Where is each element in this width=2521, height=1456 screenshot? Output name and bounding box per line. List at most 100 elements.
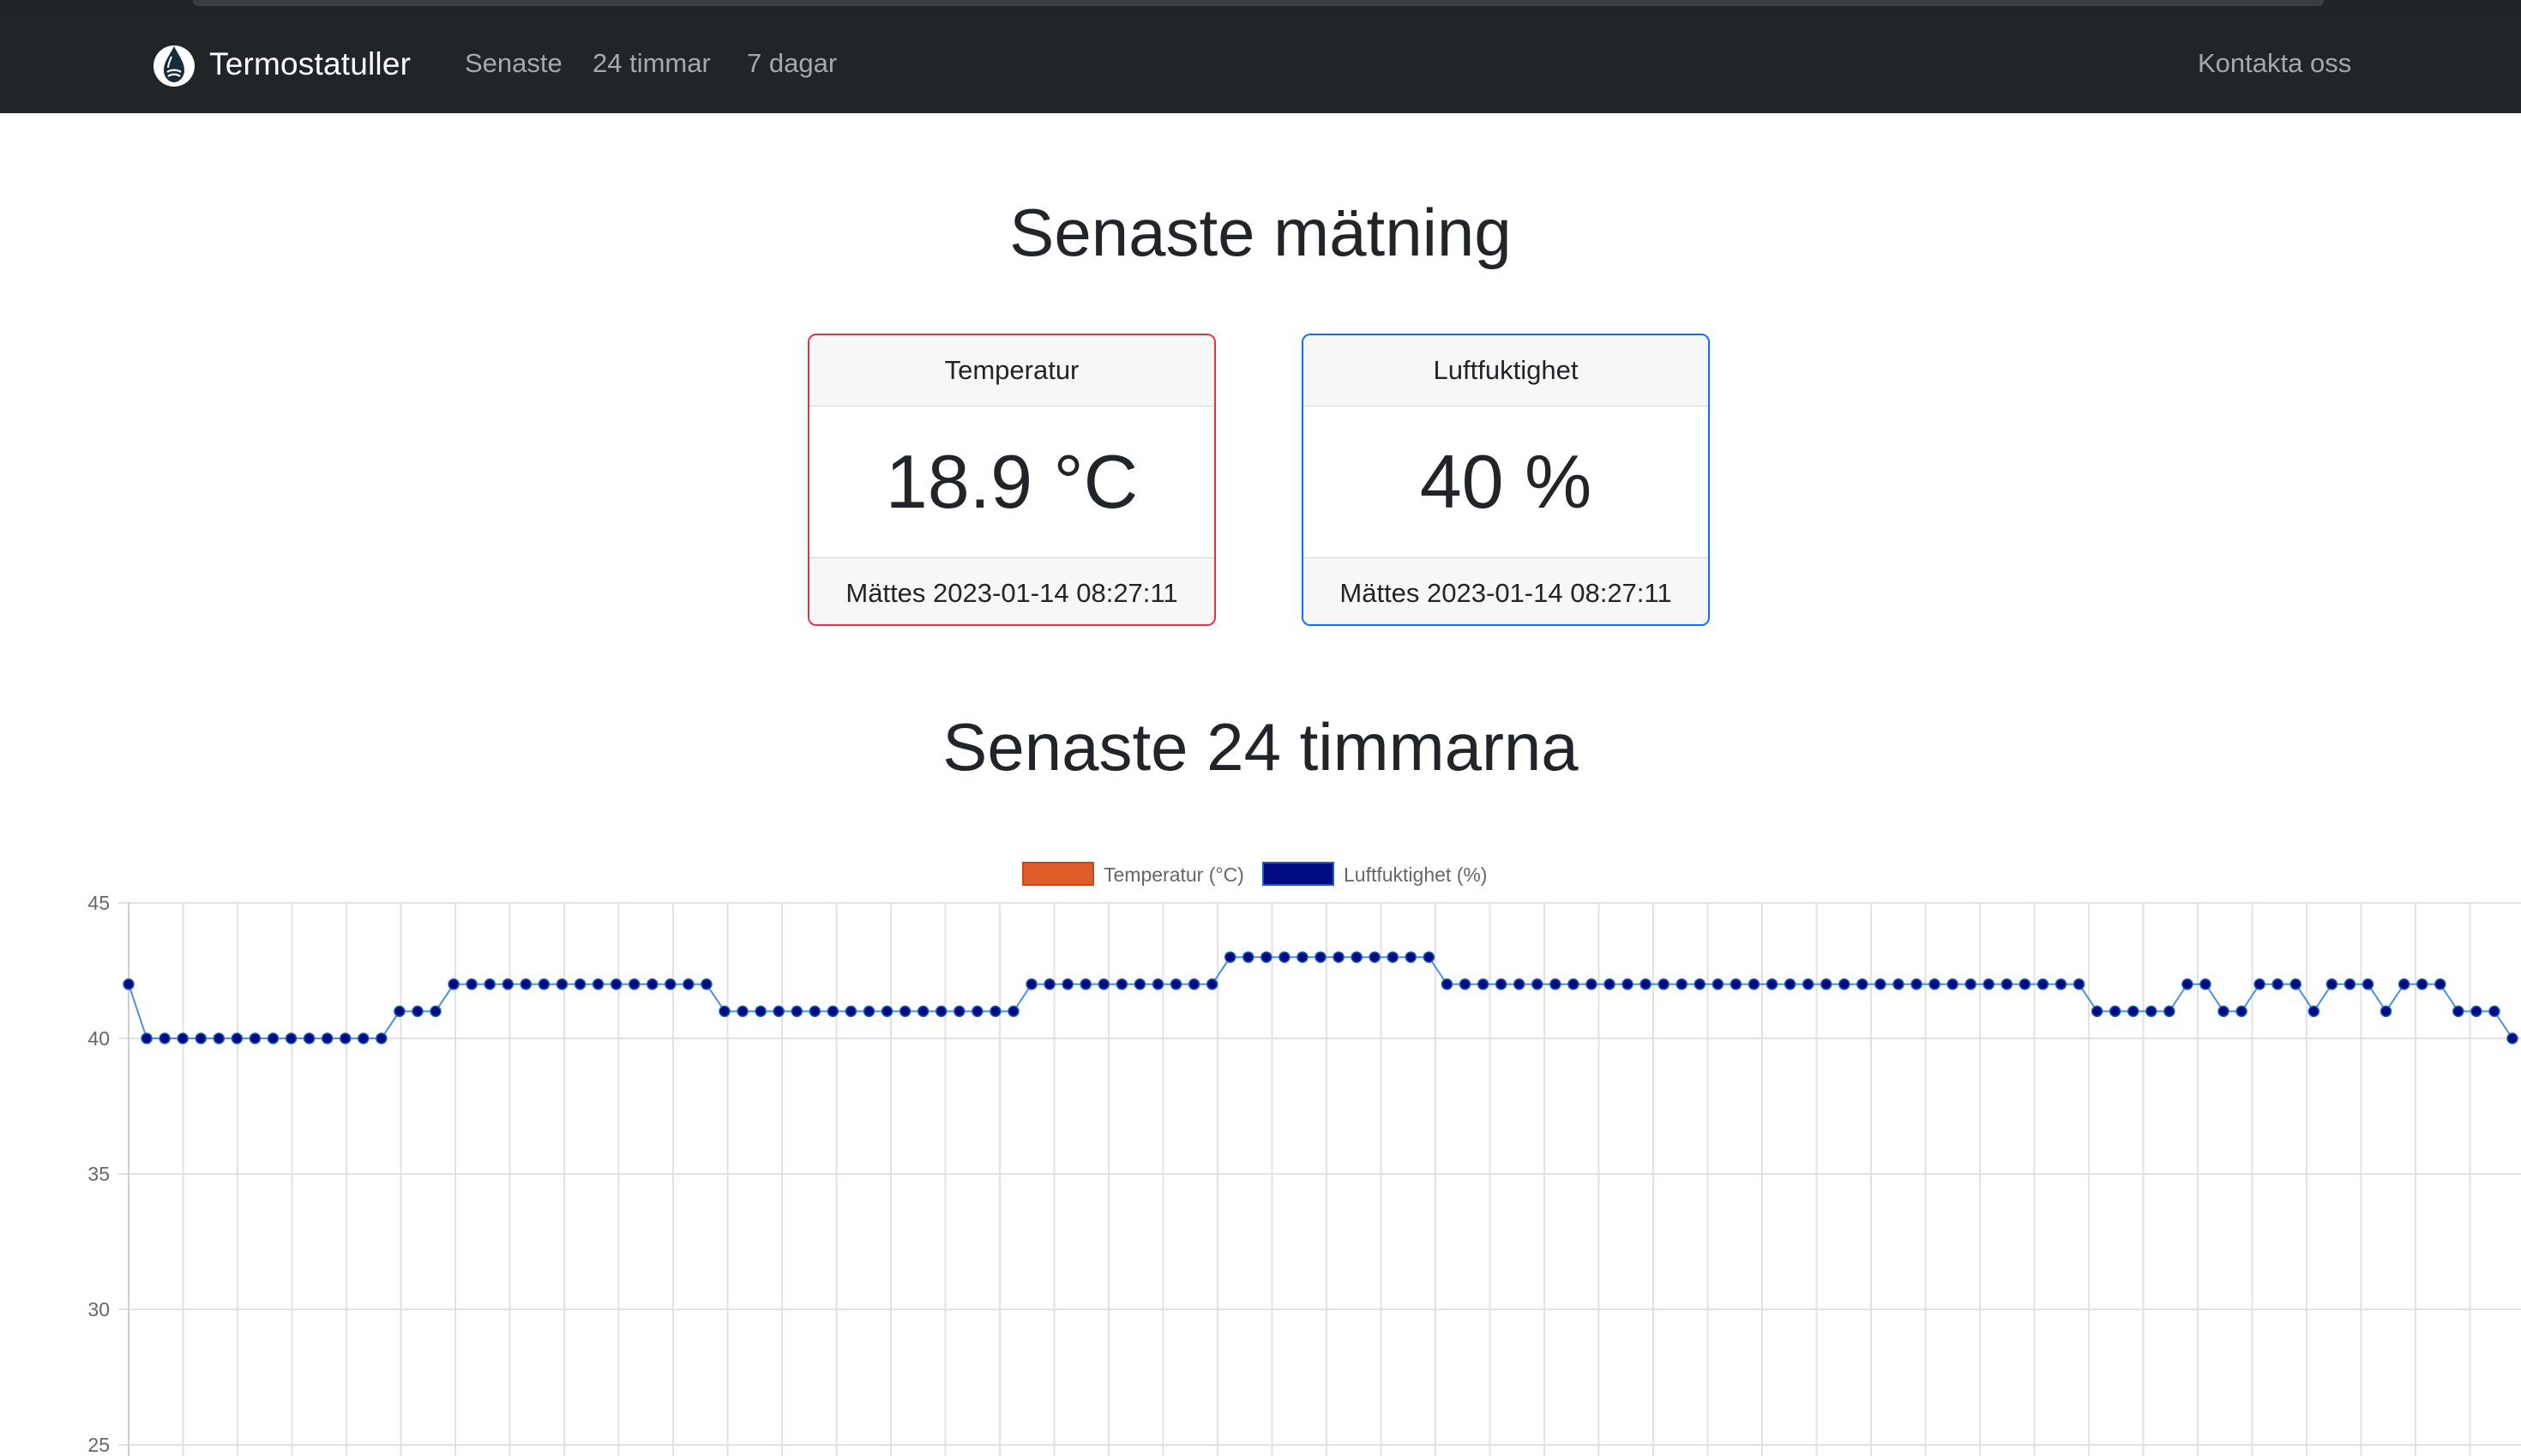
brand-link[interactable]: Termostatuller	[153, 39, 411, 89]
y-tick-label: 35	[87, 1163, 110, 1185]
legend-label-temperatur: Temperatur (°C)	[1104, 863, 1244, 886]
data-point-luftfuktighet	[592, 978, 605, 990]
brand-name: Termostatuller	[209, 46, 412, 81]
data-point-luftfuktighet	[2380, 1005, 2392, 1018]
data-point-luftfuktighet	[2325, 978, 2338, 990]
data-point-luftfuktighet	[502, 978, 514, 990]
data-point-luftfuktighet	[1152, 978, 1164, 990]
data-point-luftfuktighet	[683, 978, 695, 990]
data-point-luftfuktighet	[863, 1005, 875, 1018]
data-point-luftfuktighet	[466, 978, 478, 990]
data-point-luftfuktighet	[1170, 978, 1182, 990]
data-point-luftfuktighet	[159, 1032, 171, 1044]
data-point-luftfuktighet	[845, 1005, 857, 1018]
data-point-luftfuktighet	[1405, 951, 1417, 963]
data-point-luftfuktighet	[1044, 978, 1056, 990]
data-point-luftfuktighet	[303, 1032, 316, 1044]
data-point-luftfuktighet	[1315, 951, 1327, 963]
nav-link-senaste[interactable]: Senaste	[465, 48, 563, 79]
data-point-luftfuktighet	[1856, 978, 1868, 990]
humidity-measured-time: Mättes 2023-01-14 08:27:11	[1303, 557, 1708, 624]
data-point-luftfuktighet	[141, 1032, 153, 1044]
data-point-luftfuktighet	[1622, 978, 1634, 990]
data-point-luftfuktighet	[809, 1005, 821, 1018]
data-point-luftfuktighet	[1008, 1005, 1020, 1018]
data-point-luftfuktighet	[376, 1032, 388, 1044]
data-point-luftfuktighet	[1369, 951, 1381, 963]
data-point-luftfuktighet	[2289, 978, 2302, 990]
data-point-luftfuktighet	[1459, 978, 1471, 990]
data-point-luftfuktighet	[1892, 978, 1904, 990]
legend-label-luftfuktighet: Luftfuktighet (%)	[1344, 863, 1487, 886]
legend-swatch-luftfuktighet	[1262, 862, 1334, 886]
nav-link-7-dagar[interactable]: 7 dagar	[747, 48, 837, 79]
data-point-luftfuktighet	[1351, 951, 1363, 963]
data-point-luftfuktighet	[1224, 951, 1236, 963]
temperature-card-header: Temperatur	[809, 335, 1214, 406]
data-point-luftfuktighet	[917, 1005, 930, 1018]
data-point-luftfuktighet	[430, 1005, 442, 1018]
data-point-luftfuktighet	[1964, 978, 1976, 990]
data-point-luftfuktighet	[2344, 978, 2356, 990]
data-point-luftfuktighet	[2001, 978, 2013, 990]
data-point-luftfuktighet	[899, 1005, 912, 1018]
y-tick-label: 40	[87, 1027, 110, 1050]
data-point-luftfuktighet	[773, 1005, 785, 1018]
data-point-luftfuktighet	[2470, 1005, 2482, 1018]
temperature-measured-time: Mättes 2023-01-14 08:27:11	[809, 557, 1214, 624]
data-point-luftfuktighet	[1260, 951, 1273, 963]
data-point-luftfuktighet	[990, 1005, 1002, 1018]
nav-link-24-timmar[interactable]: 24 timmar	[593, 48, 711, 79]
data-point-luftfuktighet	[2073, 978, 2085, 990]
data-point-luftfuktighet	[448, 978, 460, 990]
data-point-luftfuktighet	[2163, 1005, 2175, 1018]
humidity-temperature-chart: 25 30 35 40 45 Temperatur (°C) Luftfuktighet (…	[0, 840, 2521, 1456]
data-point-luftfuktighet	[1585, 978, 1597, 990]
browser-top-strip	[0, 0, 2521, 14]
data-point-luftfuktighet	[647, 978, 659, 990]
data-point-luftfuktighet	[1333, 951, 1345, 963]
humidity-card-header: Luftfuktighet	[1303, 335, 1708, 406]
nav-link-kontakta-oss[interactable]: Kontakta oss	[2198, 48, 2351, 79]
data-point-luftfuktighet	[195, 1032, 207, 1044]
water-drop-logo-icon	[153, 45, 195, 87]
data-point-luftfuktighet	[1712, 978, 1724, 990]
data-point-luftfuktighet	[1549, 978, 1561, 990]
data-point-luftfuktighet	[1387, 951, 1399, 963]
data-point-luftfuktighet	[1838, 978, 1850, 990]
data-point-luftfuktighet	[484, 978, 496, 990]
data-point-luftfuktighet	[321, 1032, 334, 1044]
data-point-luftfuktighet	[231, 1032, 244, 1044]
y-tick-label: 45	[87, 892, 110, 914]
data-point-luftfuktighet	[339, 1032, 352, 1044]
data-point-luftfuktighet	[954, 1005, 966, 1018]
data-point-luftfuktighet	[610, 978, 623, 990]
data-point-luftfuktighet	[1820, 978, 1832, 990]
data-point-luftfuktighet	[1603, 978, 1615, 990]
data-point-luftfuktighet	[2199, 978, 2211, 990]
data-point-luftfuktighet	[2307, 1005, 2320, 1018]
data-point-luftfuktighet	[1910, 978, 1922, 990]
data-point-luftfuktighet	[1026, 978, 1038, 990]
data-point-luftfuktighet	[1694, 978, 1706, 990]
data-point-luftfuktighet	[1766, 978, 1778, 990]
data-point-luftfuktighet	[412, 1005, 424, 1018]
data-point-luftfuktighet	[2398, 978, 2410, 990]
data-point-luftfuktighet	[791, 1005, 803, 1018]
data-point-luftfuktighet	[1188, 978, 1200, 990]
data-point-luftfuktighet	[2037, 978, 2049, 990]
data-point-luftfuktighet	[1730, 978, 1742, 990]
data-point-luftfuktighet	[394, 1005, 406, 1018]
data-point-luftfuktighet	[737, 1005, 749, 1018]
data-point-luftfuktighet	[2145, 1005, 2157, 1018]
last-24-heading: Senaste 24 timmarna	[942, 709, 1579, 785]
data-point-luftfuktighet	[1946, 978, 1958, 990]
data-point-luftfuktighet	[755, 1005, 767, 1018]
data-point-luftfuktighet	[1080, 978, 1092, 990]
humidity-card: Luftfuktighet 40 % Mättes 2023-01-14 08:…	[1302, 334, 1710, 626]
data-point-luftfuktighet	[881, 1005, 893, 1018]
data-point-luftfuktighet	[1748, 978, 1760, 990]
data-point-luftfuktighet	[1802, 978, 1814, 990]
data-point-luftfuktighet	[2055, 978, 2067, 990]
data-point-luftfuktighet	[123, 978, 135, 990]
